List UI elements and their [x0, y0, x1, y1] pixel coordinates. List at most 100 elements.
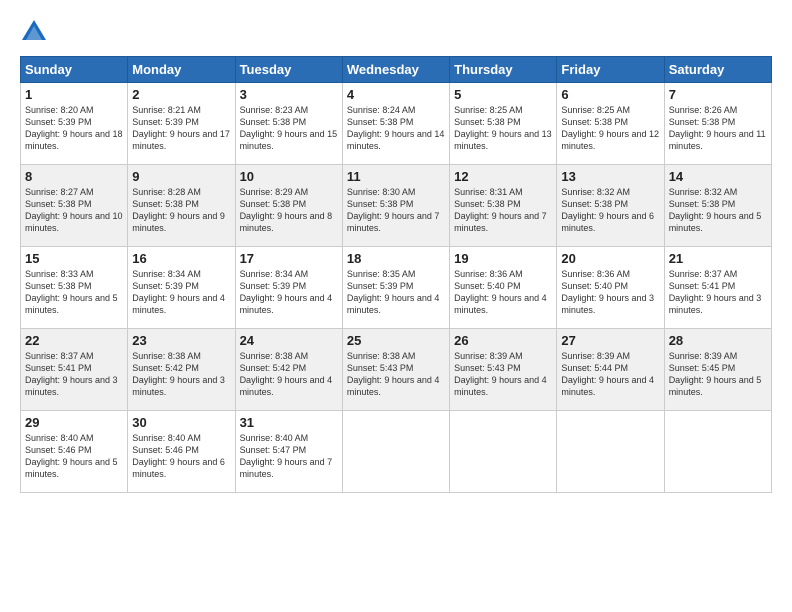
cell-info: Sunrise: 8:24 AMSunset: 5:38 PMDaylight:… — [347, 104, 445, 153]
header — [20, 18, 772, 46]
cell-info: Sunrise: 8:35 AMSunset: 5:39 PMDaylight:… — [347, 268, 445, 317]
cell-info: Sunrise: 8:23 AMSunset: 5:38 PMDaylight:… — [240, 104, 338, 153]
calendar-cell — [450, 411, 557, 493]
day-number: 29 — [25, 415, 123, 430]
cell-info: Sunrise: 8:31 AMSunset: 5:38 PMDaylight:… — [454, 186, 552, 235]
day-number: 31 — [240, 415, 338, 430]
header-wednesday: Wednesday — [342, 57, 449, 83]
day-number: 18 — [347, 251, 445, 266]
cell-info: Sunrise: 8:32 AMSunset: 5:38 PMDaylight:… — [669, 186, 767, 235]
day-number: 9 — [132, 169, 230, 184]
cell-info: Sunrise: 8:30 AMSunset: 5:38 PMDaylight:… — [347, 186, 445, 235]
calendar-cell: 17 Sunrise: 8:34 AMSunset: 5:39 PMDayligh… — [235, 247, 342, 329]
calendar-cell: 19 Sunrise: 8:36 AMSunset: 5:40 PMDayligh… — [450, 247, 557, 329]
calendar-cell: 18 Sunrise: 8:35 AMSunset: 5:39 PMDayligh… — [342, 247, 449, 329]
calendar-cell: 9 Sunrise: 8:28 AMSunset: 5:38 PMDaylight… — [128, 165, 235, 247]
header-saturday: Saturday — [664, 57, 771, 83]
day-number: 4 — [347, 87, 445, 102]
calendar-row-2: 15Sunrise: 8:33 AMSunset: 5:38 PMDayligh… — [21, 247, 772, 329]
day-number: 21 — [669, 251, 767, 266]
calendar-cell: 29Sunrise: 8:40 AMSunset: 5:46 PMDayligh… — [21, 411, 128, 493]
day-number: 26 — [454, 333, 552, 348]
day-number: 30 — [132, 415, 230, 430]
cell-info: Sunrise: 8:27 AMSunset: 5:38 PMDaylight:… — [25, 186, 123, 235]
header-monday: Monday — [128, 57, 235, 83]
day-number: 20 — [561, 251, 659, 266]
cell-info: Sunrise: 8:21 AMSunset: 5:39 PMDaylight:… — [132, 104, 230, 153]
calendar-cell: 28 Sunrise: 8:39 AMSunset: 5:45 PMDayligh… — [664, 329, 771, 411]
calendar-cell — [664, 411, 771, 493]
cell-info: Sunrise: 8:38 AMSunset: 5:42 PMDaylight:… — [240, 350, 338, 399]
day-number: 14 — [669, 169, 767, 184]
calendar-cell: 30 Sunrise: 8:40 AMSunset: 5:46 PMDayligh… — [128, 411, 235, 493]
day-number: 12 — [454, 169, 552, 184]
day-number: 10 — [240, 169, 338, 184]
calendar-cell: 26 Sunrise: 8:39 AMSunset: 5:43 PMDayligh… — [450, 329, 557, 411]
cell-info: Sunrise: 8:39 AMSunset: 5:43 PMDaylight:… — [454, 350, 552, 399]
day-number: 11 — [347, 169, 445, 184]
day-number: 6 — [561, 87, 659, 102]
calendar-row-3: 22Sunrise: 8:37 AMSunset: 5:41 PMDayligh… — [21, 329, 772, 411]
day-number: 27 — [561, 333, 659, 348]
cell-info: Sunrise: 8:39 AMSunset: 5:44 PMDaylight:… — [561, 350, 659, 399]
cell-info: Sunrise: 8:34 AMSunset: 5:39 PMDaylight:… — [240, 268, 338, 317]
page: SundayMondayTuesdayWednesdayThursdayFrid… — [0, 0, 792, 612]
day-number: 25 — [347, 333, 445, 348]
calendar-header-row: SundayMondayTuesdayWednesdayThursdayFrid… — [21, 57, 772, 83]
day-number: 8 — [25, 169, 123, 184]
header-sunday: Sunday — [21, 57, 128, 83]
cell-info: Sunrise: 8:32 AMSunset: 5:38 PMDaylight:… — [561, 186, 659, 235]
cell-info: Sunrise: 8:28 AMSunset: 5:38 PMDaylight:… — [132, 186, 230, 235]
logo — [20, 18, 52, 46]
calendar-cell: 13 Sunrise: 8:32 AMSunset: 5:38 PMDayligh… — [557, 165, 664, 247]
day-number: 28 — [669, 333, 767, 348]
cell-info: Sunrise: 8:40 AMSunset: 5:46 PMDaylight:… — [132, 432, 230, 481]
calendar-cell: 10 Sunrise: 8:29 AMSunset: 5:38 PMDayligh… — [235, 165, 342, 247]
header-friday: Friday — [557, 57, 664, 83]
day-number: 5 — [454, 87, 552, 102]
calendar-cell — [557, 411, 664, 493]
cell-info: Sunrise: 8:26 AMSunset: 5:38 PMDaylight:… — [669, 104, 767, 153]
calendar-cell: 14 Sunrise: 8:32 AMSunset: 5:38 PMDayligh… — [664, 165, 771, 247]
calendar-cell: 7 Sunrise: 8:26 AMSunset: 5:38 PMDaylight… — [664, 83, 771, 165]
calendar-cell: 21 Sunrise: 8:37 AMSunset: 5:41 PMDayligh… — [664, 247, 771, 329]
day-number: 7 — [669, 87, 767, 102]
calendar-cell: 27 Sunrise: 8:39 AMSunset: 5:44 PMDayligh… — [557, 329, 664, 411]
day-number: 13 — [561, 169, 659, 184]
cell-info: Sunrise: 8:36 AMSunset: 5:40 PMDaylight:… — [454, 268, 552, 317]
calendar-cell: 5 Sunrise: 8:25 AMSunset: 5:38 PMDaylight… — [450, 83, 557, 165]
day-number: 1 — [25, 87, 123, 102]
calendar-cell: 23Sunrise: 8:38 AMSunset: 5:42 PMDayligh… — [128, 329, 235, 411]
cell-info: Sunrise: 8:39 AMSunset: 5:45 PMDaylight:… — [669, 350, 767, 399]
day-number: 24 — [240, 333, 338, 348]
calendar-cell: 31 Sunrise: 8:40 AMSunset: 5:47 PMDayligh… — [235, 411, 342, 493]
calendar-cell: 16 Sunrise: 8:34 AMSunset: 5:39 PMDayligh… — [128, 247, 235, 329]
cell-info: Sunrise: 8:34 AMSunset: 5:39 PMDaylight:… — [132, 268, 230, 317]
calendar-cell: 24 Sunrise: 8:38 AMSunset: 5:42 PMDayligh… — [235, 329, 342, 411]
day-number: 16 — [132, 251, 230, 266]
day-number: 19 — [454, 251, 552, 266]
cell-info: Sunrise: 8:36 AMSunset: 5:40 PMDaylight:… — [561, 268, 659, 317]
day-number: 15 — [25, 251, 123, 266]
cell-info: Sunrise: 8:37 AMSunset: 5:41 PMDaylight:… — [669, 268, 767, 317]
calendar-cell: 4 Sunrise: 8:24 AMSunset: 5:38 PMDaylight… — [342, 83, 449, 165]
calendar-table: SundayMondayTuesdayWednesdayThursdayFrid… — [20, 56, 772, 493]
cell-info: Sunrise: 8:25 AMSunset: 5:38 PMDaylight:… — [561, 104, 659, 153]
cell-info: Sunrise: 8:40 AMSunset: 5:47 PMDaylight:… — [240, 432, 338, 481]
calendar-cell: 6 Sunrise: 8:25 AMSunset: 5:38 PMDaylight… — [557, 83, 664, 165]
day-number: 3 — [240, 87, 338, 102]
cell-info: Sunrise: 8:25 AMSunset: 5:38 PMDaylight:… — [454, 104, 552, 153]
calendar-cell: 2 Sunrise: 8:21 AMSunset: 5:39 PMDaylight… — [128, 83, 235, 165]
calendar-row-0: 1Sunrise: 8:20 AMSunset: 5:39 PMDaylight… — [21, 83, 772, 165]
cell-info: Sunrise: 8:38 AMSunset: 5:43 PMDaylight:… — [347, 350, 445, 399]
header-thursday: Thursday — [450, 57, 557, 83]
calendar-cell — [342, 411, 449, 493]
header-tuesday: Tuesday — [235, 57, 342, 83]
day-number: 17 — [240, 251, 338, 266]
calendar-cell: 15Sunrise: 8:33 AMSunset: 5:38 PMDayligh… — [21, 247, 128, 329]
day-number: 2 — [132, 87, 230, 102]
logo-icon — [20, 18, 48, 46]
calendar-cell: 25 Sunrise: 8:38 AMSunset: 5:43 PMDayligh… — [342, 329, 449, 411]
cell-info: Sunrise: 8:29 AMSunset: 5:38 PMDaylight:… — [240, 186, 338, 235]
calendar-cell: 12 Sunrise: 8:31 AMSunset: 5:38 PMDayligh… — [450, 165, 557, 247]
